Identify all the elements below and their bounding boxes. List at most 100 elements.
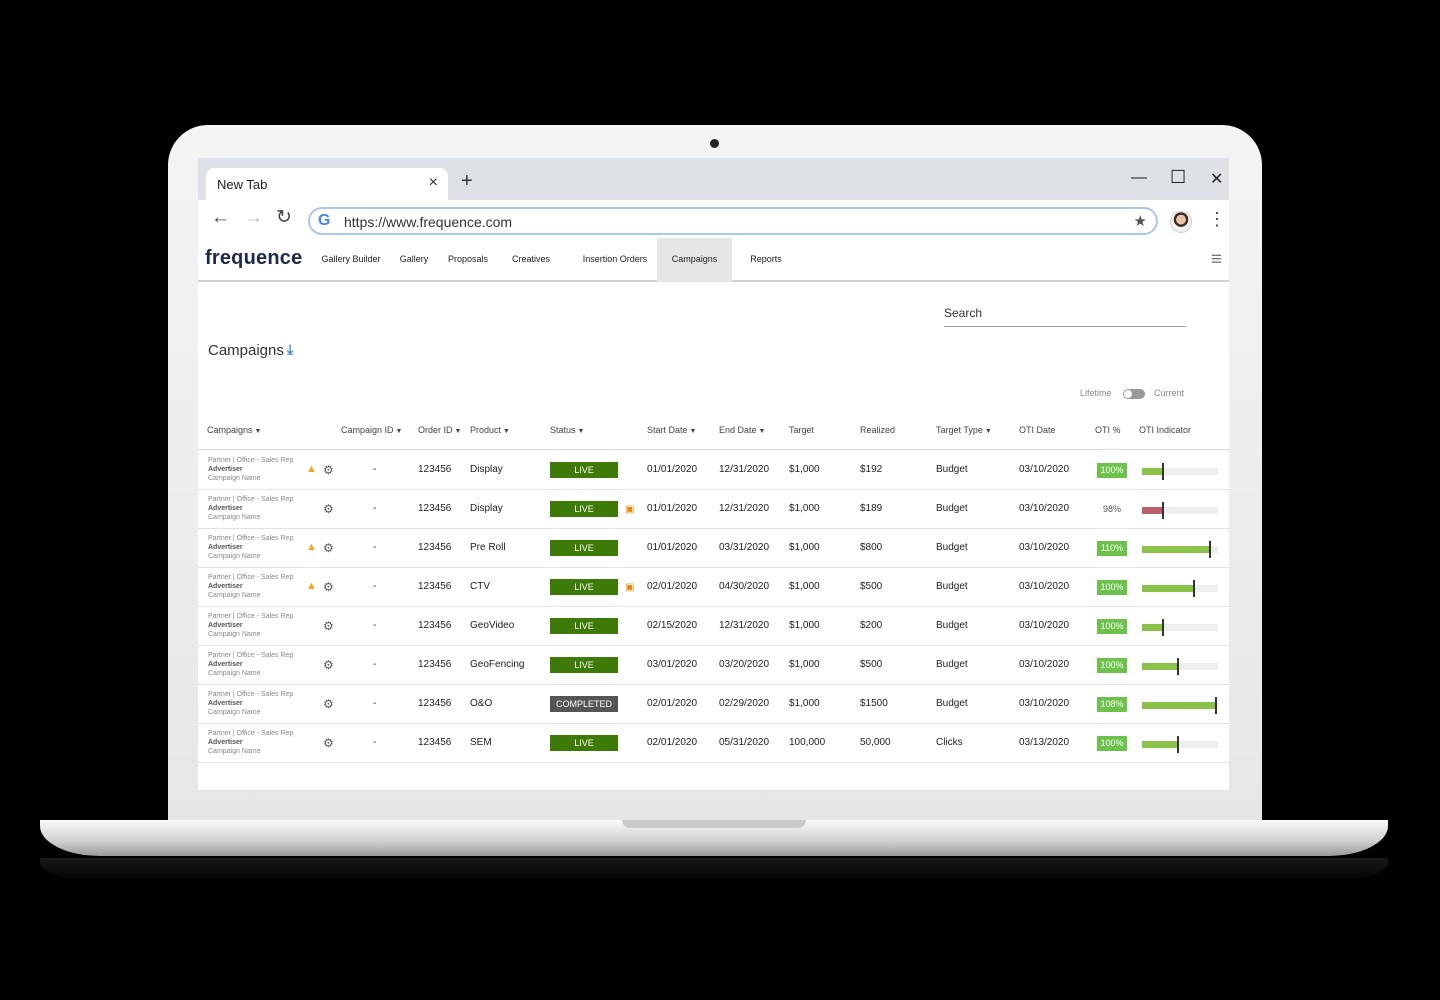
status-badge: LIVE [550, 618, 618, 634]
gear-icon[interactable]: ⚙ [323, 697, 334, 711]
realized: $189 [860, 503, 883, 514]
campaign-meta[interactable]: Partner | Office - Sales Rep Advertiser Ca… [208, 729, 293, 756]
start-date: 02/01/2020 [647, 581, 698, 592]
target: $1,000 [789, 698, 820, 709]
table-row[interactable]: Partner | Office - Sales Rep Advertiser Ca… [198, 607, 1229, 646]
realized: $1500 [860, 698, 888, 709]
maximize-icon[interactable]: ☐ [1170, 167, 1186, 188]
gear-icon[interactable]: ⚙ [323, 619, 334, 633]
calendar-icon[interactable]: ▣ [625, 582, 634, 593]
oti-date: 03/10/2020 [1019, 542, 1070, 553]
oti-percent-badge: 108% [1097, 697, 1127, 712]
lifetime-current-toggle[interactable] [1123, 389, 1145, 399]
col-end-date[interactable]: End Date ▼ [719, 425, 765, 435]
toggle-knob [1124, 390, 1132, 398]
forward-arrow-icon[interactable]: → [244, 208, 263, 227]
col-target-type[interactable]: Target Type ▼ [936, 425, 992, 435]
new-tab-button[interactable]: + [461, 171, 473, 191]
download-icon[interactable]: ⤓ [287, 341, 293, 358]
col-campaign-id[interactable]: Campaign ID ▼ [341, 425, 402, 435]
table-row[interactable]: Partner | Office - Sales Rep Advertiser Ca… [198, 685, 1229, 724]
col-oti-pct[interactable]: OTI % [1095, 425, 1121, 435]
oti-indicator-fill [1142, 507, 1163, 514]
col-target[interactable]: Target [789, 425, 814, 435]
start-date: 02/01/2020 [647, 698, 698, 709]
oti-indicator-bar [1142, 736, 1218, 753]
table-row[interactable]: Partner | Office - Sales Rep Advertiser Ca… [198, 451, 1229, 490]
product: SEM [470, 737, 492, 748]
col-start-date[interactable]: Start Date ▼ [647, 425, 696, 435]
campaign-meta[interactable]: Partner | Office - Sales Rep Advertiser Ca… [208, 573, 293, 600]
table-row[interactable]: Partner | Office - Sales Rep Advertiser Ca… [198, 568, 1229, 607]
status-badge: COMPLETED [550, 696, 618, 712]
campaign-meta[interactable]: Partner | Office - Sales Rep Advertiser Ca… [208, 495, 293, 522]
gear-icon[interactable]: ⚙ [323, 580, 334, 594]
profile-avatar[interactable] [1170, 211, 1192, 233]
hamburger-menu-icon[interactable]: ≡ [1211, 249, 1222, 271]
campaign-id: - [373, 659, 377, 670]
calendar-icon[interactable]: ▣ [625, 504, 634, 515]
oti-date: 03/13/2020 [1019, 737, 1070, 748]
target-type: Budget [936, 581, 968, 592]
col-realized[interactable]: Realized [860, 425, 895, 435]
oti-indicator-bar [1142, 580, 1218, 597]
oti-indicator-bar [1142, 502, 1218, 519]
browser-menu-icon[interactable]: ⋮ [1208, 210, 1226, 228]
tab-title: New Tab [217, 177, 268, 192]
col-oti-indicator[interactable]: OTI Indicator [1139, 425, 1191, 435]
campaign-id: - [373, 698, 377, 709]
col-product[interactable]: Product ▼ [470, 425, 510, 435]
nav-creatives[interactable]: Creatives [506, 238, 556, 282]
col-order-id[interactable]: Order ID ▼ [418, 425, 461, 435]
nav-proposals[interactable]: Proposals [444, 238, 492, 282]
target-type: Budget [936, 620, 968, 631]
address-bar[interactable]: G https://www.frequence.com ★ [308, 207, 1158, 235]
table-row[interactable]: Partner | Office - Sales Rep Advertiser Ca… [198, 529, 1229, 568]
table-row[interactable]: Partner | Office - Sales Rep Advertiser Ca… [198, 724, 1229, 763]
nav-campaigns[interactable]: Campaigns [657, 238, 732, 282]
realized: $500 [860, 581, 883, 592]
toggle-label-lifetime: Lifetime [1080, 388, 1112, 398]
start-date: 01/01/2020 [647, 464, 698, 475]
col-oti-date[interactable]: OTI Date [1019, 425, 1056, 435]
campaign-meta[interactable]: Partner | Office - Sales Rep Advertiser Ca… [208, 456, 293, 483]
table-row[interactable]: Partner | Office - Sales Rep Advertiser Ca… [198, 490, 1229, 529]
nav-reports[interactable]: Reports [743, 238, 789, 282]
end-date: 05/31/2020 [719, 737, 770, 748]
reload-icon[interactable]: ↻ [276, 208, 292, 227]
campaign-meta[interactable]: Partner | Office - Sales Rep Advertiser Ca… [208, 651, 293, 678]
nav-gallery[interactable]: Gallery [394, 238, 434, 282]
oti-indicator-marker [1162, 463, 1164, 480]
gear-icon[interactable]: ⚙ [323, 502, 334, 516]
gear-icon[interactable]: ⚙ [323, 541, 334, 555]
target-type: Budget [936, 698, 968, 709]
window-close-icon[interactable]: ✕ [1210, 169, 1223, 189]
frequence-logo[interactable]: frequence [205, 247, 302, 270]
status-badge: LIVE [550, 657, 618, 673]
end-date: 12/31/2020 [719, 464, 770, 475]
search-input[interactable]: Search [944, 305, 1186, 327]
oti-percent-badge: 100% [1097, 736, 1127, 751]
product: GeoFencing [470, 659, 525, 670]
campaign-meta[interactable]: Partner | Office - Sales Rep Advertiser Ca… [208, 612, 293, 639]
browser-tab[interactable]: New Tab × [206, 168, 448, 200]
campaign-meta[interactable]: Partner | Office - Sales Rep Advertiser Ca… [208, 690, 293, 717]
nav-insertion-orders[interactable]: Insertion Orders [578, 238, 652, 282]
target: $1,000 [789, 620, 820, 631]
col-status[interactable]: Status ▼ [550, 425, 584, 435]
table-row[interactable]: Partner | Office - Sales Rep Advertiser Ca… [198, 646, 1229, 685]
webcam [710, 139, 719, 148]
col-campaigns[interactable]: Campaigns ▼ [207, 425, 261, 435]
product: Display [470, 464, 503, 475]
back-arrow-icon[interactable]: ← [211, 208, 230, 227]
nav-gallery-builder[interactable]: Gallery Builder [316, 238, 386, 282]
gear-icon[interactable]: ⚙ [323, 658, 334, 672]
oti-indicator-fill [1142, 624, 1163, 631]
gear-icon[interactable]: ⚙ [323, 736, 334, 750]
campaign-meta[interactable]: Partner | Office - Sales Rep Advertiser Ca… [208, 534, 293, 561]
gear-icon[interactable]: ⚙ [323, 463, 334, 477]
oti-percent-badge: 100% [1097, 619, 1127, 634]
tab-close-icon[interactable]: × [429, 174, 438, 192]
bookmark-star-icon[interactable]: ★ [1134, 212, 1147, 230]
minimize-icon[interactable]: — [1131, 169, 1147, 187]
